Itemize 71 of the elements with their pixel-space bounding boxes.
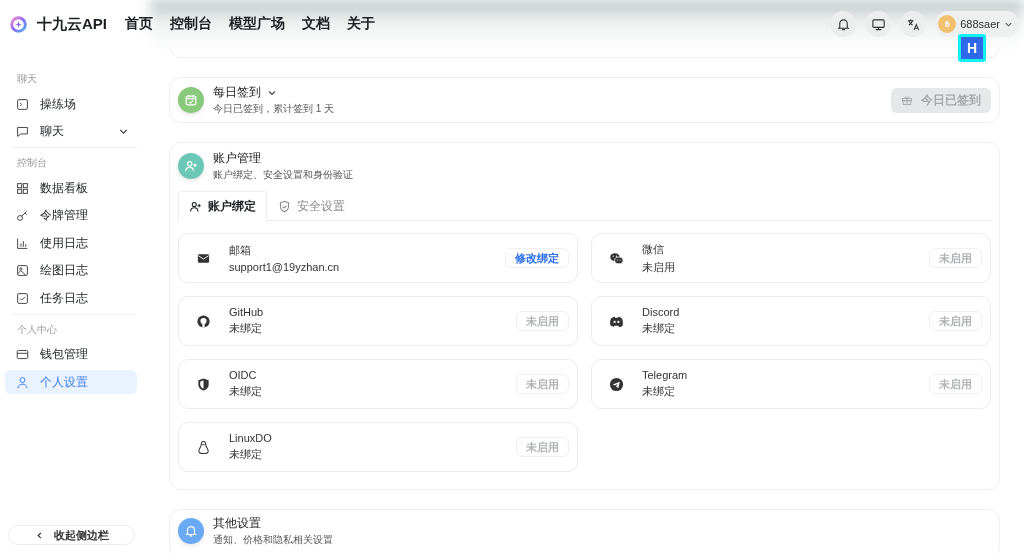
translate-icon — [905, 16, 921, 32]
binding-status: 未绑定 — [642, 321, 676, 336]
chat-bubbles-icon — [609, 250, 624, 266]
nav-link[interactable]: 控制台 — [170, 15, 212, 33]
image-icon — [16, 264, 29, 277]
gift-icon — [901, 94, 913, 106]
binding-status: 未启用 — [642, 259, 675, 275]
shield-check-icon — [278, 200, 291, 213]
binding-status: 未绑定 — [229, 321, 263, 336]
sidebar-item[interactable]: 令牌管理 — [5, 203, 137, 228]
key-icon — [16, 209, 29, 222]
nav-link[interactable]: 关于 — [347, 15, 375, 33]
tab[interactable]: 账户绑定 — [178, 191, 267, 221]
paper-plane-icon — [609, 376, 624, 392]
section-label: 个人中心 — [16, 322, 58, 337]
shield-icon — [196, 376, 211, 392]
binding-status: 未绑定 — [229, 384, 262, 399]
nav-link[interactable]: 模型广场 — [229, 15, 285, 33]
binding-name: LinuxDO — [229, 432, 272, 444]
binding-status: 未绑定 — [229, 447, 263, 462]
section-label: 聊天 — [16, 72, 38, 86]
sidebar-item[interactable]: 使用日志 — [5, 231, 137, 255]
chevron-left-icon — [34, 530, 44, 540]
grid-icon — [16, 181, 29, 195]
calendar-icon — [178, 87, 204, 113]
binding-status: 未绑定 — [642, 384, 676, 399]
bell-icon — [835, 16, 851, 32]
terminal-icon — [16, 97, 29, 111]
collapse-sidebar-button[interactable]: 收起侧边栏 — [8, 525, 135, 545]
notification-button[interactable] — [830, 11, 857, 37]
bind-button[interactable]: 修改绑定 — [505, 248, 569, 268]
avatar: 6 — [938, 15, 957, 33]
monitor-icon — [870, 16, 886, 32]
nav-link[interactable]: 首页 — [125, 15, 153, 33]
binding-name: 邮箱 — [229, 243, 252, 258]
bell-icon — [178, 518, 204, 544]
card-title: 其他设置 — [213, 515, 262, 532]
user-icon — [16, 375, 29, 389]
sidebar-item[interactable]: 任务日志 — [5, 286, 137, 310]
wallet-icon — [16, 348, 29, 361]
language-button[interactable] — [900, 11, 927, 37]
sidebar-item[interactable]: 个人设置 — [5, 370, 137, 394]
binding-status: support1@19yzhan.cn — [229, 261, 340, 273]
binding-name: 微信 — [642, 241, 665, 257]
binding-name: Telegram — [642, 369, 688, 381]
tab[interactable]: 安全设置 — [267, 191, 356, 221]
sidebar-item[interactable]: 操练场 — [5, 92, 137, 116]
card-title: 每日签到 — [213, 84, 261, 101]
nav-link[interactable]: 文档 — [302, 15, 330, 33]
card-subtitle: 今日已签到，累计签到 1 天 — [213, 102, 335, 116]
chat-icon — [16, 125, 29, 138]
binding-name: Discord — [642, 306, 680, 318]
checkbox-icon — [16, 291, 29, 305]
binding-name: GitHub — [229, 306, 264, 318]
sidebar-item[interactable]: 聊天 — [5, 119, 137, 144]
card-subtitle: 账户绑定、安全设置和身份验证 — [213, 168, 353, 182]
logo-icon — [10, 15, 27, 33]
sidebar-item[interactable]: 绘图日志 — [5, 258, 137, 283]
user-plus-icon — [189, 200, 202, 213]
binding-name: OIDC — [229, 369, 258, 381]
display-button[interactable] — [865, 11, 892, 37]
bar-chart-icon — [16, 236, 29, 250]
section-label: 控制台 — [16, 156, 48, 170]
card-title: 账户管理 — [213, 150, 262, 167]
extension-badge[interactable]: H — [958, 34, 986, 62]
sidebar-item[interactable]: 钱包管理 — [5, 342, 137, 367]
user-plus-icon — [178, 153, 204, 179]
user-menu[interactable]: 6 688saer — [935, 11, 1019, 37]
card-subtitle: 通知、价格和隐私相关设置 — [213, 533, 333, 547]
sidebar-item[interactable]: 数据看板 — [5, 176, 137, 200]
brand-name: 十九云API — [37, 14, 107, 34]
